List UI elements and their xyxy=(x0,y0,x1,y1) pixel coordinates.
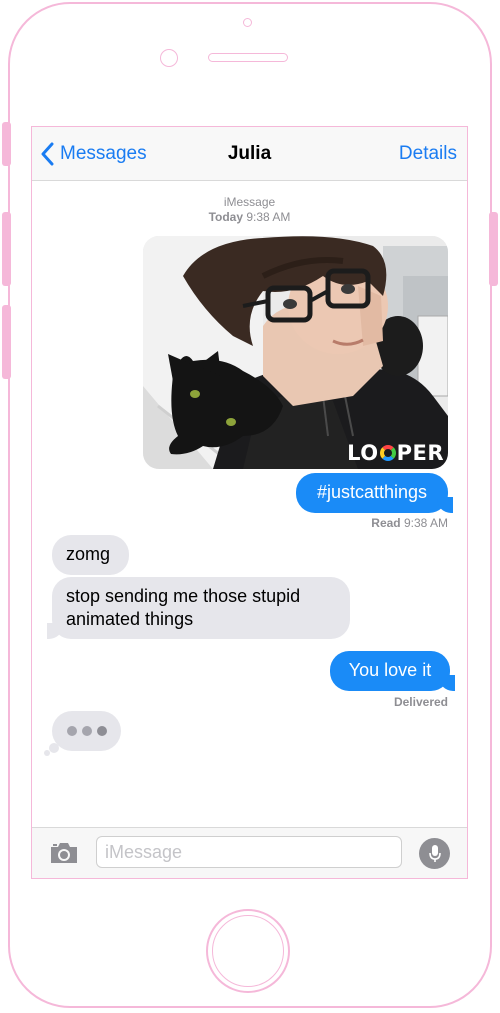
outgoing-message[interactable]: You love it xyxy=(330,651,455,691)
earpiece-speaker xyxy=(208,53,288,62)
home-button[interactable] xyxy=(206,909,290,993)
time-label: 9:38 AM xyxy=(246,210,291,224)
looper-watermark: LO PER xyxy=(347,441,444,465)
front-camera xyxy=(160,49,178,67)
camera-icon xyxy=(51,843,77,863)
typing-tail xyxy=(49,743,59,753)
typing-dot xyxy=(96,726,107,736)
mute-switch xyxy=(2,122,11,166)
power-button xyxy=(489,212,498,286)
volume-down-button xyxy=(2,305,11,379)
camera-button[interactable] xyxy=(49,841,79,870)
volume-up-button xyxy=(2,212,11,286)
message-input[interactable] xyxy=(96,836,402,868)
read-receipt: Read 9:38 AM xyxy=(371,516,448,530)
proximity-sensor xyxy=(243,18,252,27)
typing-dot xyxy=(66,726,77,736)
selfie-with-cat-image xyxy=(143,236,448,469)
typing-indicator-icon xyxy=(52,711,121,751)
incoming-message[interactable]: stop sending me those stupid animated th… xyxy=(47,577,350,639)
outgoing-message[interactable]: #justcatthings xyxy=(296,473,453,513)
microphone-icon xyxy=(428,844,441,862)
looper-logo-icon xyxy=(379,445,396,461)
service-label: iMessage xyxy=(223,195,276,209)
details-button[interactable]: Details xyxy=(399,143,457,165)
typing-dot xyxy=(81,726,92,736)
typing-tail xyxy=(44,750,50,756)
day-label: Today xyxy=(208,210,244,224)
incoming-message[interactable]: zomg xyxy=(52,535,129,575)
read-time: 9:38 AM xyxy=(403,516,448,530)
read-label: Read xyxy=(371,516,401,530)
thread-timestamp: iMessage Today 9:38 AM xyxy=(32,195,467,225)
composer-bar xyxy=(32,827,467,878)
delivered-receipt: Delivered xyxy=(393,695,448,709)
navigation-bar: Messages Julia Details xyxy=(32,127,467,181)
photo-message[interactable]: LO PER xyxy=(143,236,448,469)
messages-screen: Messages Julia Details iMessage Today 9:… xyxy=(31,126,468,879)
microphone-button[interactable] xyxy=(419,838,450,869)
